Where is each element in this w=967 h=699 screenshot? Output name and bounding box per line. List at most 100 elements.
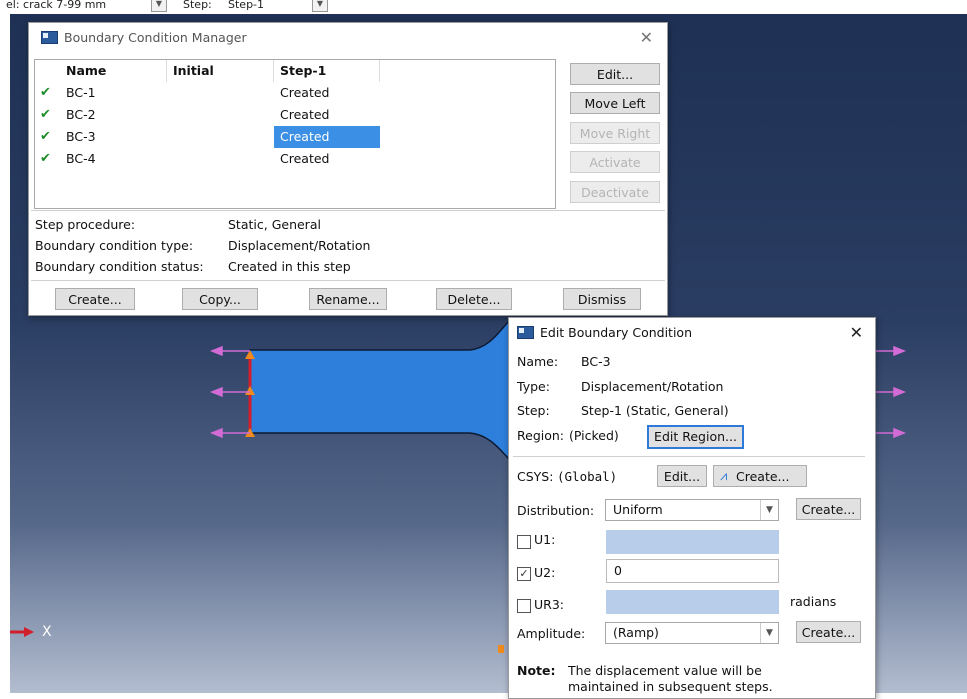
- step-label: Step:: [183, 0, 212, 11]
- model-combo-arrow[interactable]: ▼: [151, 0, 167, 12]
- u1-input[interactable]: [606, 530, 779, 554]
- edit-button[interactable]: Edit...: [570, 63, 660, 85]
- bc-manager-dialog: Boundary Condition Manager ✕ Name Initia…: [28, 22, 668, 316]
- specimen-shape: [249, 318, 511, 462]
- column-header-initial[interactable]: Initial: [167, 60, 274, 82]
- model-fragment: el: crack 7-99 mm: [6, 0, 107, 11]
- cell-step1[interactable]: Created: [274, 148, 380, 170]
- amplitude-create-button[interactable]: Create...: [796, 621, 861, 643]
- close-icon[interactable]: ✕: [640, 28, 653, 47]
- table-row[interactable]: ✔ BC-4 Created: [35, 148, 415, 170]
- ur3-unit: radians: [790, 594, 837, 609]
- edit-bc-titlebar[interactable]: Edit Boundary Condition ✕: [509, 318, 875, 346]
- csys-label: CSYS:: [517, 469, 554, 484]
- triad-x-arrow: [10, 627, 34, 637]
- cell-name: BC-2: [66, 107, 96, 122]
- check-icon: ✔: [40, 151, 51, 166]
- csys-triad-icon: ⩘: [720, 469, 728, 484]
- csys-create-button[interactable]: ⩘ Create...: [713, 465, 807, 487]
- cell-initial: [167, 126, 274, 148]
- edit-bc-title: Edit Boundary Condition: [540, 324, 693, 340]
- cell-name: BC-3: [66, 129, 96, 144]
- separator: [31, 280, 665, 281]
- region-value: (Picked): [569, 428, 619, 443]
- bc-manager-title: Boundary Condition Manager: [64, 29, 247, 45]
- type-label: Type:: [517, 379, 550, 394]
- check-icon: ✔: [40, 107, 51, 122]
- bc-status-value: Created in this step: [228, 259, 351, 274]
- separator: [31, 210, 665, 211]
- step-value[interactable]: Step-1: [228, 0, 264, 12]
- note-line-1: The displacement value will be: [568, 663, 762, 678]
- check-icon: ✔: [40, 85, 51, 100]
- dismiss-button[interactable]: Dismiss: [563, 288, 641, 310]
- create-button[interactable]: Create...: [55, 288, 135, 310]
- u1-checkbox[interactable]: [517, 535, 531, 549]
- step-value: Step-1 (Static, General): [581, 403, 729, 418]
- edit-bc-dialog: Edit Boundary Condition ✕ Name: BC-3 Typ…: [508, 317, 876, 699]
- cell-step1[interactable]: Created: [274, 82, 380, 104]
- step-procedure-value: Static, General: [228, 217, 321, 232]
- right-load-arrows: [875, 345, 907, 439]
- table-row[interactable]: ✔ BC-2 Created: [35, 104, 415, 126]
- u2-input[interactable]: 0: [606, 559, 779, 583]
- deactivate-button[interactable]: Deactivate: [570, 181, 660, 203]
- window-icon: [517, 325, 534, 339]
- ur3-checkbox[interactable]: [517, 599, 531, 613]
- copy-button[interactable]: Copy...: [182, 288, 258, 310]
- delete-button[interactable]: Delete...: [436, 288, 512, 310]
- cell-step1-selected[interactable]: Created: [274, 126, 380, 148]
- step-procedure-label: Step procedure:: [35, 217, 136, 232]
- rename-button[interactable]: Rename...: [309, 288, 387, 310]
- cell-initial: [167, 82, 274, 104]
- distribution-value: Uniform: [613, 502, 663, 517]
- edit-region-button[interactable]: Edit Region...: [647, 425, 744, 449]
- move-right-button[interactable]: Move Right: [570, 122, 660, 144]
- separator: [513, 456, 865, 457]
- table-row[interactable]: ✔ BC-3 Created: [35, 126, 415, 148]
- close-icon[interactable]: ✕: [850, 323, 863, 342]
- table-row[interactable]: ✔ BC-1 Created: [35, 82, 415, 104]
- distribution-create-button[interactable]: Create...: [796, 498, 861, 520]
- amplitude-value: (Ramp): [613, 625, 659, 640]
- bc-status-label: Boundary condition status:: [35, 259, 204, 274]
- region-label: Region:: [517, 428, 565, 443]
- activate-button[interactable]: Activate: [570, 151, 660, 173]
- column-header-step1[interactable]: Step-1: [274, 60, 380, 82]
- bc-table: Name Initial Step-1 ✔ BC-1 Created ✔ BC-…: [34, 59, 556, 209]
- context-bar: el: crack 7-99 mm ▼ Step: Step-1 ▼: [0, 0, 967, 14]
- window-icon: [41, 30, 58, 44]
- u2-checkbox[interactable]: ✓: [517, 567, 531, 581]
- amplitude-select[interactable]: (Ramp) ▼: [605, 622, 779, 644]
- ur3-input[interactable]: [606, 590, 779, 614]
- name-label: Name:: [517, 354, 559, 369]
- csys-create-label: Create...: [736, 469, 790, 484]
- cell-initial: [167, 148, 274, 170]
- csys-edit-button[interactable]: Edit...: [657, 465, 707, 487]
- bc-type-label: Boundary condition type:: [35, 238, 194, 253]
- move-left-button[interactable]: Move Left: [570, 92, 660, 114]
- distribution-select[interactable]: Uniform ▼: [605, 499, 779, 521]
- cell-step1[interactable]: Created: [274, 104, 380, 126]
- note-label: Note:: [517, 663, 556, 678]
- chevron-down-icon: ▼: [760, 623, 778, 643]
- left-edge: [0, 0, 10, 693]
- u1-label: U1:: [534, 532, 556, 547]
- cell-initial: [167, 104, 274, 126]
- step-label: Step:: [517, 403, 550, 418]
- name-value: BC-3: [581, 354, 611, 369]
- u2-label: U2:: [534, 565, 556, 580]
- orange-marker: [498, 645, 504, 653]
- cell-name: BC-4: [66, 151, 96, 166]
- amplitude-label: Amplitude:: [517, 626, 586, 641]
- ur3-label: UR3:: [534, 597, 564, 612]
- cell-name: BC-1: [66, 85, 96, 100]
- chevron-down-icon: ▼: [760, 500, 778, 520]
- step-combo-arrow[interactable]: ▼: [312, 0, 328, 12]
- type-value: Displacement/Rotation: [581, 379, 724, 394]
- distribution-label: Distribution:: [517, 503, 595, 518]
- bc-manager-titlebar[interactable]: Boundary Condition Manager ✕: [29, 23, 667, 51]
- check-icon: ✔: [40, 129, 51, 144]
- column-header-name[interactable]: Name: [60, 60, 167, 82]
- triad-x-label: X: [42, 624, 52, 640]
